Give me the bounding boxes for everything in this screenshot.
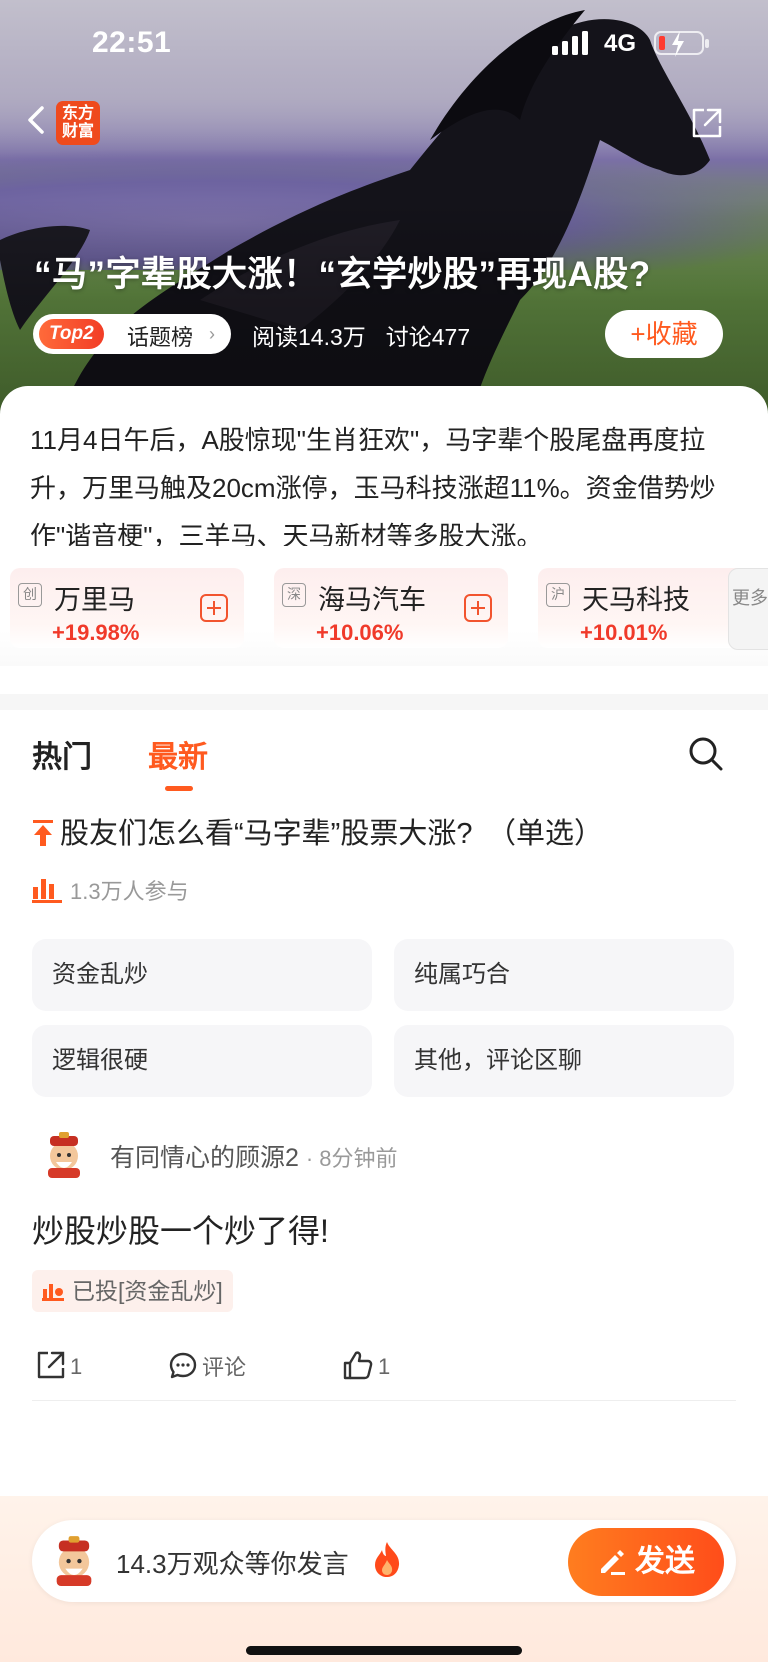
stock-card[interactable]: 创 万里马 +19.98%	[10, 568, 244, 648]
share-icon	[37, 1351, 65, 1379]
poll-question: 股友们怎么看“马字辈”股票大涨? （单选）	[32, 810, 603, 852]
status-bar: 22:51 4G	[0, 0, 768, 90]
tab-latest[interactable]: 最新	[148, 732, 208, 776]
signal-icon	[552, 31, 588, 55]
discussion-count: 讨论477	[385, 324, 471, 350]
poll-question-text: 股友们怎么看“马字辈”股票大涨? （单选）	[60, 818, 603, 850]
send-label: 发送	[635, 1545, 695, 1578]
bar-chart-icon	[32, 879, 62, 903]
rank-badge: Top2	[39, 319, 104, 349]
rank-label: 话题榜	[127, 325, 194, 350]
comment-prompt: 14.3万观众等你发言	[116, 1549, 349, 1579]
vote-icon	[42, 1284, 64, 1301]
poll-option[interactable]: 其他，评论区聊	[394, 1025, 734, 1097]
comment-label: 评论	[202, 1355, 247, 1380]
favorite-button[interactable]: +收藏	[605, 310, 723, 358]
participants-text: 1.3万人参与	[70, 879, 189, 904]
stock-change: +10.06%	[316, 620, 404, 645]
stock-name: 海马汽车	[318, 585, 426, 615]
arrow-up-icon	[33, 820, 53, 846]
fire-icon	[375, 1542, 400, 1577]
share-icon[interactable]	[690, 106, 724, 140]
thumbs-up-icon	[343, 1351, 373, 1380]
home-indicator	[246, 1646, 522, 1655]
avatar	[56, 1536, 92, 1586]
vote-tag: 已投[资金乱炒]	[32, 1270, 233, 1312]
market-tag: 深	[282, 583, 306, 607]
bottom-comment-bar: 14.3万观众等你发言 发送	[0, 1496, 768, 1662]
comment-button[interactable]: 评论	[168, 1350, 246, 1382]
like-count: 1	[378, 1354, 391, 1379]
stock-card[interactable]: 深 海马汽车 +10.06%	[274, 568, 508, 648]
author-name[interactable]: 有同情心的顾源2	[110, 1144, 299, 1172]
content-card: 11月4日午后，A股惊现"生肖狂欢"，马字辈个股尾盘再度拉升，万里马触及20cm…	[0, 386, 768, 1576]
topic-summary: 11月4日午后，A股惊现"生肖狂欢"，马字辈个股尾盘再度拉升，万里马触及20cm…	[30, 425, 716, 551]
hero-banner: 22:51 4G 东方 财富 “马”字辈股大涨！“玄学炒股”再现A股? Top2…	[0, 0, 768, 420]
read-count: 阅读14.3万	[252, 324, 366, 350]
comment-input[interactable]: 14.3万观众等你发言 发送	[32, 1520, 736, 1602]
topic-stats: 阅读14.3万 讨论477	[252, 318, 470, 352]
active-tab-indicator	[165, 786, 193, 791]
send-button[interactable]: 发送	[568, 1528, 724, 1596]
stock-name: 万里马	[54, 585, 135, 615]
vote-tag-text: 已投[资金乱炒]	[72, 1278, 223, 1304]
chevron-right-icon: ›	[209, 324, 215, 344]
stock-change: +10.01%	[580, 620, 668, 645]
avatar[interactable]	[40, 1130, 88, 1178]
comment-icon	[169, 1352, 197, 1379]
section-divider	[0, 694, 768, 710]
market-tag: 沪	[546, 583, 570, 607]
post-time: · 8分钟前	[305, 1146, 398, 1171]
market-tag: 创	[18, 583, 42, 607]
more-stocks-tab[interactable]: 更多	[728, 568, 768, 650]
feed-tabs: 热门 最新	[0, 726, 768, 796]
tab-hot[interactable]: 热门	[32, 732, 92, 776]
post-separator	[32, 1400, 736, 1401]
post-text: 炒股炒股一个炒了得!	[32, 1213, 329, 1249]
app-logo: 东方 财富	[56, 101, 100, 145]
like-button[interactable]: 1	[342, 1350, 390, 1380]
back-icon[interactable]	[20, 100, 54, 140]
poll-option[interactable]: 纯属巧合	[394, 939, 734, 1011]
poll-participants: 1.3万人参与	[32, 874, 189, 906]
pencil-icon	[601, 1550, 625, 1575]
post-actions: 1 评论 1	[0, 1344, 768, 1394]
related-stocks: 创 万里马 +19.98% 深 海马汽车 +10.06% 沪 天马科技 +10.…	[0, 546, 768, 666]
battery-icon	[654, 31, 709, 57]
add-watchlist-icon[interactable]	[200, 594, 228, 622]
stock-name: 天马科技	[582, 585, 690, 615]
poll-option[interactable]: 资金乱炒	[32, 939, 372, 1011]
author-line: 有同情心的顾源2 · 8分钟前	[110, 1138, 398, 1174]
share-count: 1	[70, 1354, 83, 1379]
topic-title: “马”字辈股大涨！“玄学炒股”再现A股?	[34, 255, 651, 294]
rank-pill[interactable]: Top2 话题榜 ›	[33, 314, 231, 354]
add-watchlist-icon[interactable]	[464, 594, 492, 622]
network-label: 4G	[604, 30, 637, 57]
status-time: 22:51	[92, 26, 172, 59]
poll-option[interactable]: 逻辑很硬	[32, 1025, 372, 1097]
stock-change: +19.98%	[52, 620, 140, 645]
search-icon[interactable]	[686, 734, 726, 774]
share-button[interactable]: 1	[36, 1350, 82, 1380]
